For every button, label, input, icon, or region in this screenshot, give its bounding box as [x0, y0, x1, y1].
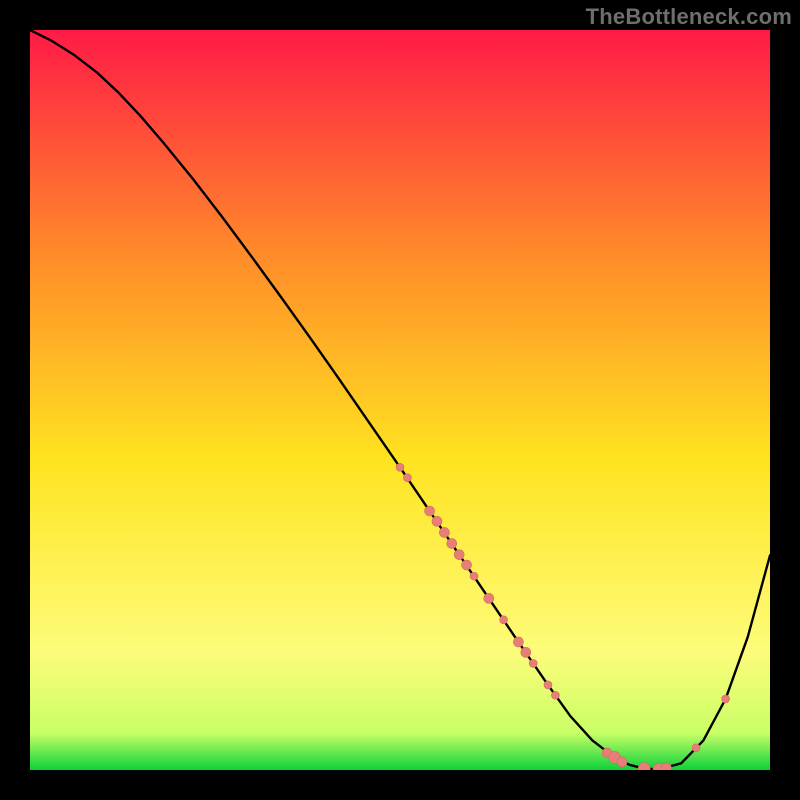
marker-point [439, 527, 449, 537]
marker-point [617, 757, 627, 767]
marker-point [396, 463, 404, 471]
marker-point [722, 695, 730, 703]
watermark-text: TheBottleneck.com [586, 4, 792, 30]
gradient-background [30, 30, 770, 770]
marker-point [462, 560, 472, 570]
marker-point [551, 691, 559, 699]
marker-point [513, 637, 523, 647]
marker-point [521, 647, 531, 657]
chart-svg [30, 30, 770, 770]
marker-point [454, 550, 464, 560]
marker-point [403, 474, 411, 482]
marker-point [544, 681, 552, 689]
plot-area [30, 30, 770, 770]
marker-point [529, 659, 537, 667]
chart-root: TheBottleneck.com [0, 0, 800, 800]
marker-point [470, 572, 478, 580]
marker-point [692, 744, 700, 752]
marker-point [432, 516, 442, 526]
marker-point [425, 506, 435, 516]
marker-point [484, 593, 494, 603]
marker-point [447, 539, 457, 549]
marker-point [661, 763, 671, 770]
marker-point [500, 616, 508, 624]
